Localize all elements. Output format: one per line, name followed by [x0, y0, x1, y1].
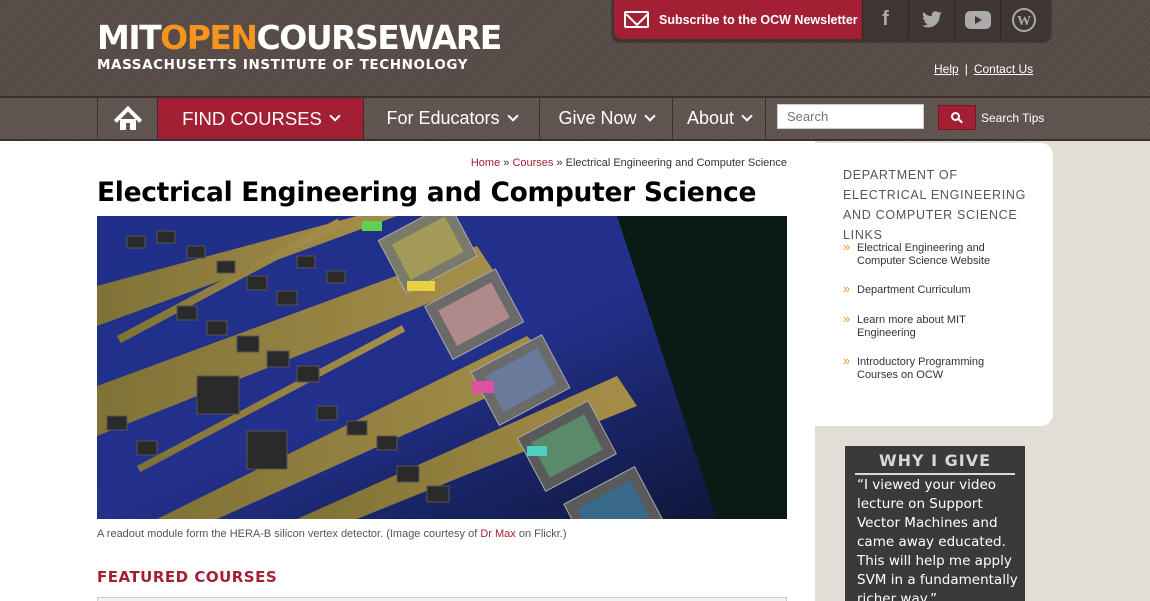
chevron-right-icon: »: [843, 281, 851, 296]
nav-home[interactable]: [97, 98, 158, 139]
search-icon: [951, 111, 963, 124]
logo-courseware: COURSEWARE: [256, 18, 503, 57]
chevron-down-icon: [506, 109, 519, 122]
logo-open: OPEN: [160, 18, 258, 57]
logo-mit: MIT: [97, 18, 162, 57]
nav-about[interactable]: About: [673, 98, 766, 139]
why-i-give-box[interactable]: WHY I GIVE “I viewed your video lecture …: [845, 446, 1025, 601]
nav-find-courses[interactable]: FIND COURSES: [158, 98, 364, 139]
youtube-icon[interactable]: [954, 0, 1000, 39]
nav-for-educators-label: For Educators: [386, 108, 500, 128]
chevron-down-icon: [741, 109, 753, 122]
twitter-icon[interactable]: [908, 0, 954, 39]
circuit-board-image: [97, 216, 787, 519]
hero-image: [97, 216, 787, 519]
sidebar-link-label: Department Curriculum: [857, 284, 971, 296]
logo-subtitle: MASSACHUSETTS INSTITUTE OF TECHNOLOGY: [97, 57, 469, 73]
sidebar-link-label: Electrical Engineering and Computer Scie…: [857, 242, 991, 267]
department-links-panel: DEPARTMENT OF ELECTRICAL ENGINEERING AND…: [815, 143, 1053, 426]
sidebar-link-label: Learn more about MIT Engineering: [857, 314, 966, 339]
featured-courses-heading: FEATURED COURSES: [97, 568, 278, 586]
nav-find-courses-label: FIND COURSES: [182, 107, 322, 129]
main-content: Home » Courses » Electrical Engineering …: [0, 141, 815, 601]
subscribe-label: Subscribe to the OCW Newsletter: [659, 12, 858, 27]
wordpress-icon[interactable]: W: [1000, 0, 1046, 39]
caption-text-end: on Flickr.): [515, 528, 567, 540]
wordpress-glyph: W: [1011, 7, 1036, 32]
youtube-play-glyph: [964, 10, 991, 29]
chevron-down-icon: [643, 109, 656, 122]
home-icon: [113, 105, 142, 134]
hero-caption: A readout module form the HERA-B silicon…: [97, 528, 567, 540]
contact-us-link[interactable]: Contact Us: [974, 62, 1033, 76]
chevron-right-icon: »: [843, 353, 851, 368]
sidebar-link-intro-programming[interactable]: » Introductory Programming Courses on OCW: [843, 353, 1013, 382]
nav-about-label: About: [686, 108, 735, 128]
sidebar-title: DEPARTMENT OF ELECTRICAL ENGINEERING AND…: [843, 168, 1027, 242]
page-title: Electrical Engineering and Computer Scie…: [97, 177, 757, 208]
breadcrumb-home[interactable]: Home: [471, 157, 500, 169]
logo-wordmark: MITOPENCOURSEWARE: [97, 18, 503, 57]
search-tips-link[interactable]: Search Tips: [981, 111, 1044, 125]
main-nav: FIND COURSES For Educators Give Now Abou…: [0, 96, 1150, 141]
nav-for-educators[interactable]: For Educators: [364, 98, 540, 139]
chevron-down-icon: [329, 109, 341, 122]
sidebar-link-mit-engineering[interactable]: » Learn more about MIT Engineering: [843, 311, 1013, 340]
help-separator: |: [964, 62, 968, 76]
mail-icon: [624, 11, 649, 28]
donor-quote: “I viewed your video lecture on Support …: [857, 477, 1018, 601]
subscribe-newsletter-button[interactable]: Subscribe to the OCW Newsletter: [614, 0, 862, 39]
chevron-right-icon: »: [843, 239, 851, 254]
svg-text:W: W: [1017, 14, 1031, 29]
breadcrumb-separator: »: [556, 157, 563, 169]
help-links: Help | Contact Us: [934, 62, 1033, 76]
search-input[interactable]: [777, 104, 924, 129]
breadcrumb-courses[interactable]: Courses: [512, 157, 553, 169]
breadcrumb-current: Electrical Engineering and Computer Scie…: [565, 157, 787, 169]
title-underline: [855, 473, 1015, 475]
breadcrumb: Home » Courses » Electrical Engineering …: [471, 157, 787, 169]
why-i-give-title: WHY I GIVE: [878, 451, 992, 470]
nav-give-now-label: Give Now: [558, 108, 637, 128]
sidebar-link-label: Introductory Programming Courses on OCW: [857, 356, 985, 381]
caption-text: A readout module form the HERA-B silicon…: [97, 528, 481, 540]
sidebar-link-curriculum[interactable]: » Department Curriculum: [843, 281, 1013, 297]
sidebar-link-website[interactable]: » Electrical Engineering and Computer Sci…: [843, 239, 1013, 268]
breadcrumb-separator: »: [503, 157, 510, 169]
caption-credit-link[interactable]: Dr Max: [480, 528, 515, 540]
ocw-logo[interactable]: MITOPENCOURSEWARE MASSACHUSETTS INSTITUT…: [97, 18, 503, 74]
twitter-bird-glyph: [921, 10, 942, 27]
facebook-icon[interactable]: f: [862, 0, 908, 39]
chevron-right-icon: »: [843, 311, 851, 326]
featured-courses-table: [97, 597, 787, 601]
nav-give-now[interactable]: Give Now: [540, 98, 673, 139]
search-button[interactable]: [938, 105, 976, 130]
help-link[interactable]: Help: [934, 62, 959, 76]
